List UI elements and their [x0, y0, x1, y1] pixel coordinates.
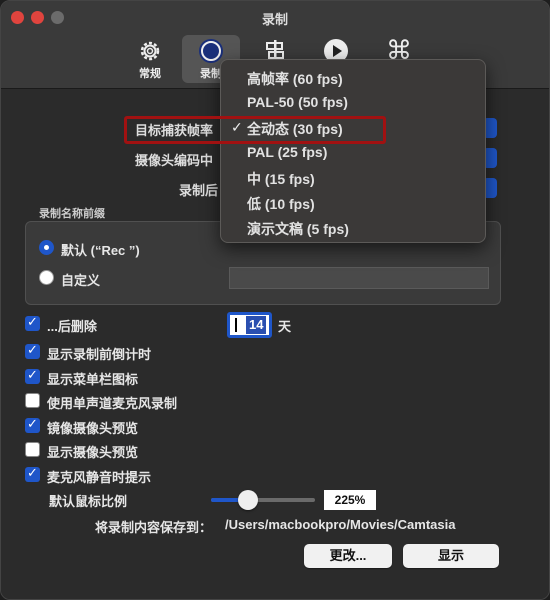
mono-mic-checkbox[interactable]: [25, 393, 40, 408]
menu-item-5fps[interactable]: 演示文稿 (5 fps): [247, 219, 349, 239]
tab-general-label: 常规: [139, 68, 161, 80]
default-prefix-radio[interactable]: [39, 240, 54, 255]
menubar-icon-label: 显示菜单栏图标: [47, 372, 139, 387]
gear-icon: [121, 35, 179, 65]
camera-preview-label: 显示摄像头预览: [47, 445, 139, 460]
delete-days-value: 14: [246, 316, 267, 334]
menu-item-60fps[interactable]: 高帧率 (60 fps): [247, 69, 343, 89]
cursor-scale-slider[interactable]: [211, 498, 315, 502]
name-prefix-title: 录制名称前缀: [39, 208, 105, 220]
cursor-scale-slider-thumb[interactable]: [238, 490, 258, 510]
text-cursor: [235, 318, 237, 332]
delete-after-checkbox[interactable]: [25, 314, 40, 331]
camera-codec-label: 摄像头编码中: [135, 153, 214, 168]
cursor-scale-value[interactable]: 225%: [324, 490, 376, 510]
custom-prefix-label: 自定义: [61, 273, 101, 288]
menubar-icon-checkbox[interactable]: [25, 367, 40, 384]
save-location-path: /Users/macbookpro/Movies/Camtasia: [225, 517, 456, 532]
after-record-label: 录制后: [179, 183, 219, 198]
mirror-camera-label: 镜像摄像头预览: [47, 421, 139, 436]
mirror-camera-checkbox[interactable]: [25, 416, 40, 433]
change-location-button[interactable]: 更改...: [304, 544, 392, 568]
cursor-scale-label: 默认鼠标比例: [49, 494, 128, 509]
save-location-label: 将录制内容保存到：: [95, 520, 213, 535]
menu-item-10fps[interactable]: 低 (10 fps): [247, 194, 315, 214]
menu-item-50fps[interactable]: PAL-50 (50 fps): [247, 94, 348, 110]
delete-days-input[interactable]: 14: [227, 312, 272, 338]
mic-mute-hint-checkbox[interactable]: [25, 465, 40, 482]
fps-dropdown-menu: 高帧率 (60 fps) PAL-50 (50 fps) ✓ 全动态 (30 f…: [220, 59, 486, 243]
delete-days-unit: 天: [278, 319, 292, 334]
show-location-button[interactable]: 显示: [403, 544, 499, 568]
window-title: 录制: [261, 12, 288, 27]
default-prefix-label: 默认 (“Rec ”): [61, 243, 140, 258]
delete-after-label: ...后删除: [47, 319, 97, 334]
menu-item-25fps[interactable]: PAL (25 fps): [247, 144, 327, 160]
preferences-window: 录制 常规 录制 ⌘ 目标捕获帧率 摄像头编码中 录制后 录制名称前缀 默认 (…: [0, 0, 550, 600]
custom-prefix-input[interactable]: [229, 267, 489, 289]
mono-mic-label: 使用单声道麦克风录制: [47, 396, 178, 411]
custom-prefix-radio[interactable]: [39, 270, 54, 285]
menu-item-15fps[interactable]: 中 (15 fps): [247, 169, 315, 189]
mic-mute-hint-label: 麦克风静音时提示: [47, 470, 152, 485]
camera-preview-checkbox[interactable]: [25, 442, 40, 457]
countdown-label: 显示录制前倒计时: [47, 347, 152, 362]
countdown-checkbox[interactable]: [25, 342, 40, 359]
tab-general[interactable]: 常规: [121, 35, 179, 83]
highlight-annotation: [124, 116, 386, 144]
